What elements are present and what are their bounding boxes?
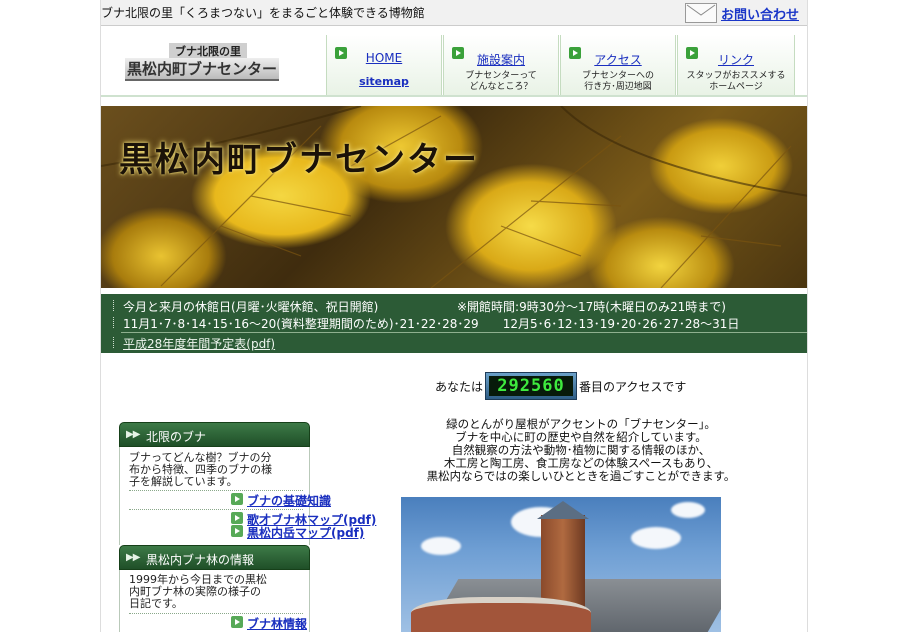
desc-line: 日記です。 [129, 597, 183, 610]
section-description: ブナってどんな樹？ブナの分 布から特徴、四季のブナの様 子を解説しています。 [129, 452, 272, 488]
nav-item-links[interactable]: リンク スタッフがおススメする ホームページ [677, 35, 795, 95]
annual-schedule-link[interactable]: 平成28年度年間予定表(pdf) [112, 335, 275, 352]
link-kuromatsunai-dake-map[interactable]: 黒松内岳マップ(pdf) [231, 524, 365, 540]
banner-title: 黒松内町ブナセンター [119, 140, 479, 180]
site-tagline: ブナ北限の里「くろまつない」をまるごと体験できる博物館 [101, 6, 425, 20]
building-photo [401, 497, 721, 632]
nav-desc-line: 行き方･周辺地図 [584, 82, 652, 92]
mail-icon [684, 3, 717, 23]
section-description: 1999年から今日までの黒松 内町ブナ林の実際の様子の 日記です。 [129, 574, 267, 610]
link-label: 黒松内岳マップ(pdf) [247, 526, 365, 540]
arrow-icon [231, 525, 243, 537]
nav-item-home[interactable]: HOME sitemap [326, 35, 442, 95]
site-logo[interactable]: ブナ北限の里 黒松内町ブナセンター [121, 43, 301, 83]
counter-suffix: 番目のアクセスです [579, 379, 687, 394]
double-arrow-icon: ▶▶ [126, 429, 140, 440]
hero-banner: 黒松内町ブナセンター [101, 106, 807, 288]
nav-desc-line: ホームページ [709, 82, 763, 92]
nav-desc-line: ブナセンターって [465, 71, 537, 81]
sitemap-link[interactable]: sitemap [327, 75, 441, 88]
cloud [671, 502, 705, 518]
logo-subtitle: ブナ北限の里 [169, 43, 247, 59]
link-forest-info[interactable]: ブナ林情報 [231, 615, 308, 631]
info-divider [121, 332, 807, 333]
closed-dates: 11月1･7･8･14･15･16～20(資料整理期間のため)･21･22･28… [112, 317, 740, 331]
contact-label: お問い合わせ [720, 7, 799, 23]
link-buna-basics[interactable]: ブナの基礎知識 [231, 492, 332, 508]
double-arrow-icon: ▶▶ [126, 552, 140, 563]
arrow-icon [231, 493, 243, 505]
link-label: ブナ林情報 [247, 617, 308, 631]
sidebar-section-forest-header: ▶▶ 黒松内ブナ林の情報 [119, 545, 310, 570]
intro-line: 黒松内ならではの楽しいひとときを過ごすことができます。 [426, 469, 736, 483]
arrow-icon [231, 512, 243, 524]
desc-line: 子を解説しています。 [129, 475, 238, 488]
access-counter-line: あなたは 292560 番目のアクセスです [435, 372, 686, 400]
nav-links-link[interactable]: リンク [678, 51, 794, 68]
page: ブナ北限の里「くろまつない」をまるごと体験できる博物館 お問い合わせ ブナ北限の… [100, 0, 808, 632]
nav-home-link[interactable]: HOME [327, 51, 441, 65]
section-title: 北限のブナ [146, 430, 207, 444]
building-wall [411, 597, 591, 632]
top-bar: ブナ北限の里「くろまつない」をまるごと体験できる博物館 お問い合わせ [101, 0, 807, 26]
sidebar-section-buna-header: ▶▶ 北限のブナ [119, 422, 310, 447]
nav-access-desc: ブナセンターへの 行き方･周辺地図 [561, 71, 675, 93]
nav-desc-line: どんなところ？ [469, 82, 533, 92]
cloud [631, 527, 681, 549]
nav-facility-link[interactable]: 施設案内 [444, 51, 558, 68]
counter-value: 292560 [489, 376, 574, 396]
section-title: 黒松内ブナ林の情報 [146, 553, 255, 567]
arrow-icon [231, 616, 243, 628]
logo-title: 黒松内町ブナセンター [125, 58, 280, 81]
nav-desc-line: スタッフがおススメする [686, 71, 786, 81]
nav-access-link[interactable]: アクセス [561, 51, 675, 68]
cloud [421, 537, 461, 555]
nav-item-access[interactable]: アクセス ブナセンターへの 行き方･周辺地図 [560, 35, 676, 95]
contact-link[interactable]: お問い合わせ [684, 2, 799, 24]
nav-item-facility[interactable]: 施設案内 ブナセンターって どんなところ？ [443, 35, 559, 95]
info-bar: 今月と来月の休館日(月曜･火曜休館、祝日開館) ※開館時間:9時30分～17時(… [101, 294, 807, 353]
access-counter: 292560 [485, 372, 578, 400]
intro-text: 緑のとんがり屋根がアクセントの「ブナセンター」。 ブナを中心に町の歴史や自然を紹… [401, 418, 761, 483]
nav-links-desc: スタッフがおススメする ホームページ [678, 71, 794, 93]
link-label: ブナの基礎知識 [247, 494, 332, 508]
opening-hours: ※開館時間:9時30分～17時(木曜日のみ21時まで) [457, 300, 726, 314]
closed-days-heading: 今月と来月の休館日(月曜･火曜休館、祝日開館) [112, 300, 379, 314]
divider [129, 509, 303, 510]
counter-prefix: あなたは [435, 379, 484, 394]
divider [129, 490, 303, 491]
nav-facility-desc: ブナセンターって どんなところ？ [444, 71, 558, 93]
divider [129, 613, 303, 614]
nav-desc-line: ブナセンターへの [581, 71, 654, 81]
navigation-row: ブナ北限の里 黒松内町ブナセンター HOME sitemap 施設案内 ブナセン… [101, 27, 807, 97]
